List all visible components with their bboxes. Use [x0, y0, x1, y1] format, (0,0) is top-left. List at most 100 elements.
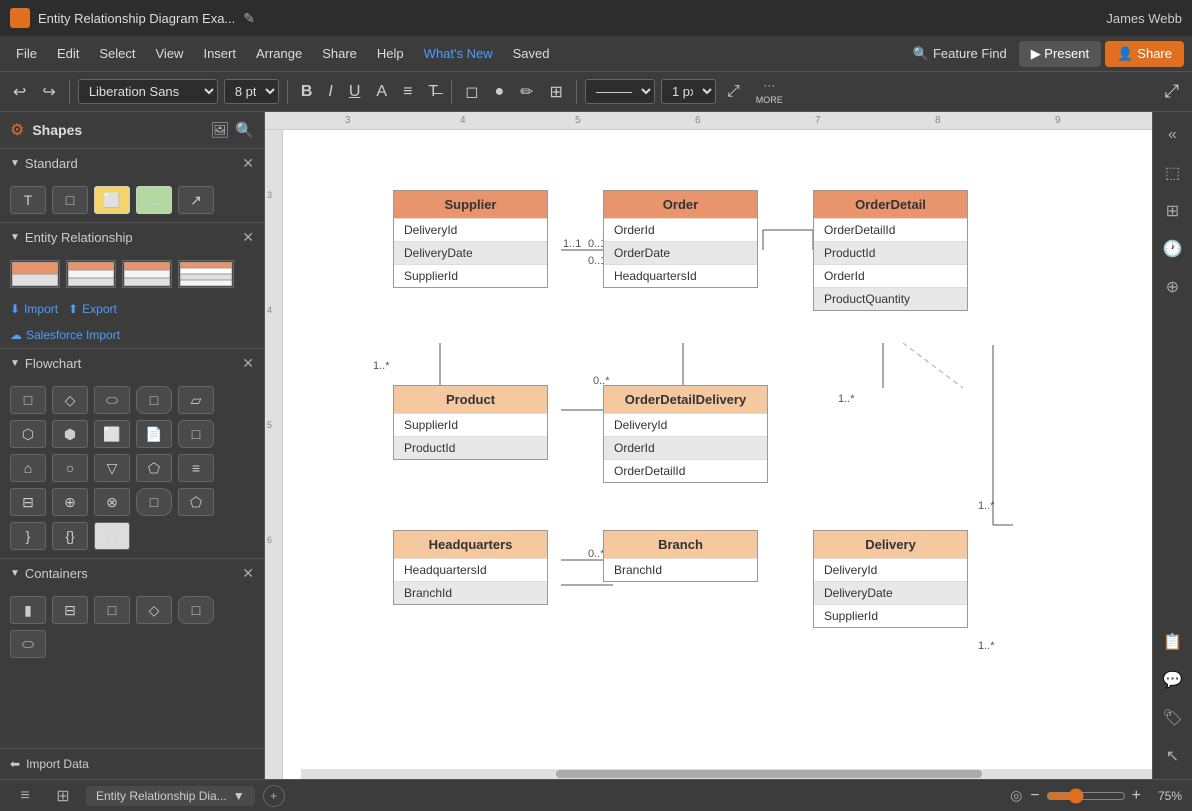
- menu-view[interactable]: View: [148, 42, 192, 65]
- clock-icon[interactable]: 🕐: [1158, 234, 1188, 264]
- cont-rect[interactable]: □: [94, 596, 130, 624]
- font-family-select[interactable]: Liberation Sans Arial Times New Roman: [78, 79, 218, 104]
- arrow-shape[interactable]: ↗: [178, 186, 214, 214]
- format-panel-icon[interactable]: ⬚: [1158, 158, 1188, 188]
- fc-diamond[interactable]: ◇: [52, 386, 88, 414]
- zoom-in-button[interactable]: +: [1132, 787, 1141, 805]
- containers-close-icon[interactable]: ✕: [242, 565, 254, 582]
- horizontal-scrollbar-thumb[interactable]: [556, 770, 982, 778]
- cursor-icon[interactable]: ↖: [1158, 741, 1188, 771]
- search-icon[interactable]: 🔍: [235, 121, 254, 139]
- order-detail-entity[interactable]: OrderDetail OrderDetailId ProductId Orde…: [813, 190, 968, 311]
- canvas-area[interactable]: 3 4 5 6 7 8 9 3 4 5 6: [265, 112, 1152, 779]
- container-shape[interactable]: ▭: [136, 186, 172, 214]
- layers-icon[interactable]: ⊕: [1158, 272, 1188, 302]
- cont-list[interactable]: ▮: [10, 596, 46, 624]
- horizontal-scrollbar[interactable]: [301, 769, 1152, 779]
- standard-close-icon[interactable]: ✕: [242, 155, 254, 172]
- fc-roundrect[interactable]: □: [178, 420, 214, 448]
- note-shape[interactable]: ⬜: [94, 186, 130, 214]
- format-button[interactable]: ⊞: [545, 79, 568, 105]
- fc-cylinder[interactable]: ⬜: [94, 420, 130, 448]
- book-icon[interactable]: 📋: [1158, 627, 1188, 657]
- branch-entity[interactable]: Branch BranchId: [603, 530, 758, 582]
- text-shape[interactable]: T: [10, 186, 46, 214]
- er-close-icon[interactable]: ✕: [242, 229, 254, 246]
- list-view-icon[interactable]: ≡: [10, 781, 40, 811]
- er-shape-3[interactable]: [122, 260, 172, 288]
- odd-entity[interactable]: OrderDetailDelivery DeliveryId OrderId O…: [603, 385, 768, 483]
- fc-plus[interactable]: ⊕: [52, 488, 88, 516]
- fill-button[interactable]: ◻: [460, 79, 483, 105]
- feature-find-btn[interactable]: 🔍 Feature Find: [905, 42, 1015, 66]
- share-button[interactable]: 👤 Share: [1105, 41, 1184, 67]
- menu-insert[interactable]: Insert: [195, 42, 244, 65]
- fc-triangle[interactable]: ▽: [94, 454, 130, 482]
- font-color-button[interactable]: A: [371, 80, 392, 104]
- rect-shape[interactable]: □: [52, 186, 88, 214]
- cont-oval[interactable]: ⬭: [10, 630, 46, 658]
- supplier-entity[interactable]: Supplier DeliveryId DeliveryDate Supplie…: [393, 190, 548, 288]
- add-diagram-button[interactable]: +: [263, 785, 285, 807]
- menu-edit[interactable]: Edit: [49, 42, 87, 65]
- standard-section-header[interactable]: ▼ Standard ✕: [0, 148, 264, 178]
- present-button[interactable]: ▶ Present: [1019, 41, 1101, 67]
- line-color-button[interactable]: ✏: [515, 79, 538, 105]
- stroke-width-select[interactable]: 1 px 2 px 3 px: [661, 79, 716, 104]
- salesforce-import-button[interactable]: ☁ Salesforce Import: [10, 328, 120, 342]
- fc-roundrect2[interactable]: □: [136, 488, 172, 516]
- fc-hexagon[interactable]: ⬢: [52, 420, 88, 448]
- fullscreen-button[interactable]: ⤢: [1160, 78, 1184, 105]
- tag-icon[interactable]: 🏷: [1158, 703, 1188, 733]
- cont-diamond[interactable]: ◇: [136, 596, 172, 624]
- undo-button[interactable]: ↩: [8, 79, 31, 105]
- fill-color-button[interactable]: ●: [489, 80, 509, 104]
- fc-process[interactable]: ▱: [178, 386, 214, 414]
- fc-oval[interactable]: ⬭: [94, 386, 130, 414]
- bold-button[interactable]: B: [296, 80, 318, 104]
- align-button[interactable]: ≡: [398, 80, 417, 104]
- fc-brace[interactable]: }: [10, 522, 46, 550]
- containers-section-header[interactable]: ▼ Containers ✕: [0, 558, 264, 588]
- stroke-style-select[interactable]: ——— - - - · · ·: [585, 79, 655, 104]
- fc-brace2[interactable]: {}: [52, 522, 88, 550]
- menu-help[interactable]: Help: [369, 42, 412, 65]
- export-button[interactable]: ⬆ Export: [68, 302, 117, 316]
- dropdown-icon[interactable]: ▼: [233, 789, 245, 803]
- er-section-header[interactable]: ▼ Entity Relationship ✕: [0, 222, 264, 252]
- collapse-right-icon[interactable]: «: [1158, 120, 1188, 150]
- redo-button[interactable]: ↪: [37, 79, 60, 105]
- menu-arrange[interactable]: Arrange: [248, 42, 310, 65]
- fc-lines[interactable]: ≡: [178, 454, 214, 482]
- edit-title-icon[interactable]: ✎: [243, 10, 255, 27]
- menu-whats-new[interactable]: What's New: [416, 42, 501, 65]
- underline-button[interactable]: U: [344, 80, 366, 104]
- fc-shield[interactable]: ⬠: [136, 454, 172, 482]
- fc-pentagon[interactable]: ⬠: [178, 488, 214, 516]
- grid-view-icon[interactable]: ⊞: [48, 781, 78, 811]
- table-icon[interactable]: ⊞: [1158, 196, 1188, 226]
- import-data-button[interactable]: ⬅ Import Data: [0, 748, 264, 779]
- italic-button[interactable]: I: [323, 80, 337, 104]
- fc-rounded[interactable]: □: [136, 386, 172, 414]
- fc-circle[interactable]: ○: [52, 454, 88, 482]
- fc-manual[interactable]: ⬡: [10, 420, 46, 448]
- cont-rounded[interactable]: □: [178, 596, 214, 624]
- zoom-out-button[interactable]: −: [1030, 787, 1039, 805]
- strike-button[interactable]: T̶: [423, 80, 443, 104]
- image-icon[interactable]: 🖼: [210, 121, 229, 139]
- fc-note[interactable]: □: [94, 522, 130, 550]
- menu-share[interactable]: Share: [314, 42, 365, 65]
- fc-cross[interactable]: ⊗: [94, 488, 130, 516]
- er-shape-2[interactable]: [66, 260, 116, 288]
- flowchart-close-icon[interactable]: ✕: [242, 355, 254, 372]
- menu-select[interactable]: Select: [91, 42, 143, 65]
- import-button[interactable]: ⬇ Import: [10, 302, 58, 316]
- cont-swimlane[interactable]: ⊟: [52, 596, 88, 624]
- menu-file[interactable]: File: [8, 42, 45, 65]
- fc-rect[interactable]: □: [10, 386, 46, 414]
- er-shape-4[interactable]: [178, 260, 234, 288]
- diagram-tab[interactable]: Entity Relationship Dia... ▼: [86, 786, 255, 806]
- font-size-select[interactable]: 8 pt 10 pt 12 pt: [224, 79, 279, 104]
- chat-icon[interactable]: 💬: [1158, 665, 1188, 695]
